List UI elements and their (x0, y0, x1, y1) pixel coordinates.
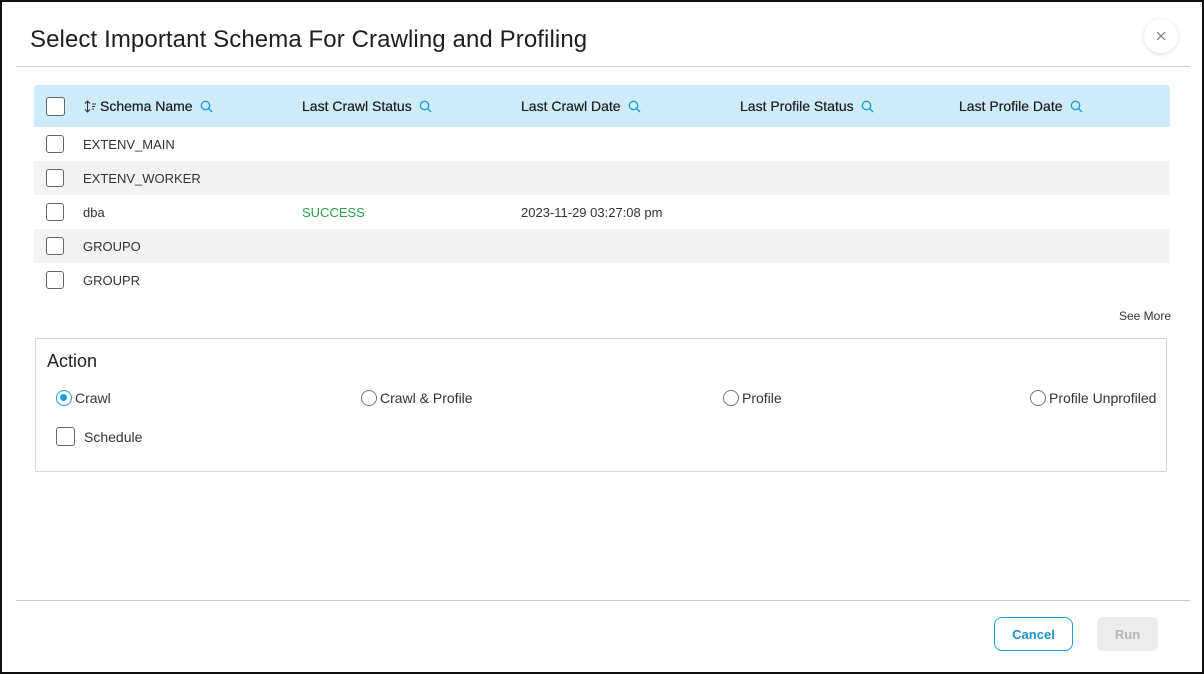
radio-crawl-and-profile[interactable]: Crawl & Profile (361, 390, 473, 406)
close-button[interactable] (1144, 19, 1178, 53)
radio-label: Crawl (75, 390, 111, 406)
schedule-label: Schedule (84, 428, 143, 445)
run-button[interactable]: Run (1097, 617, 1158, 651)
sort-icon[interactable] (84, 99, 97, 113)
table-row[interactable]: GROUPO (34, 229, 1170, 263)
row-checkbox[interactable] (46, 135, 64, 153)
radio-button[interactable] (723, 390, 739, 406)
radio-crawl[interactable]: Crawl (56, 390, 111, 406)
search-icon[interactable] (419, 100, 432, 113)
radio-label: Profile (742, 390, 782, 406)
table-row[interactable]: GROUPR (34, 263, 1170, 297)
row-checkbox[interactable] (46, 237, 64, 255)
column-header-last-profile-date: Last Profile Date (959, 85, 1083, 127)
radio-profile-unprofiled[interactable]: Profile Unprofiled (1030, 390, 1156, 406)
crawl-status-cell: SUCCESS (302, 204, 365, 220)
see-more-link[interactable]: See More (1119, 309, 1171, 323)
schedule-checkbox[interactable] (56, 427, 75, 446)
header-divider (16, 66, 1190, 67)
radio-button[interactable] (361, 390, 377, 406)
schema-name-cell: dba (83, 204, 105, 220)
radio-label: Profile Unprofiled (1049, 390, 1157, 406)
row-checkbox[interactable] (46, 271, 64, 289)
column-header-schema-name: Schema Name (84, 85, 213, 127)
table-row[interactable]: dba SUCCESS 2023-11-29 03:27:08 pm (34, 195, 1170, 229)
search-icon[interactable] (628, 100, 641, 113)
close-icon (1156, 31, 1166, 41)
table-row[interactable]: EXTENV_MAIN (34, 127, 1170, 161)
radio-button-selected[interactable] (56, 390, 72, 406)
schema-selection-dialog: Select Important Schema For Crawling and… (0, 0, 1204, 674)
schema-name-cell: GROUPO (83, 238, 141, 254)
column-header-last-crawl-date: Last Crawl Date (521, 85, 641, 127)
column-label: Last Crawl Date (521, 98, 621, 114)
search-icon[interactable] (1070, 100, 1083, 113)
radio-label: Crawl & Profile (380, 390, 473, 406)
radio-profile[interactable]: Profile (723, 390, 782, 406)
schema-name-cell: EXTENV_WORKER (83, 170, 201, 186)
select-all-checkbox[interactable] (46, 97, 65, 116)
column-label: Last Profile Date (959, 98, 1063, 114)
table-row[interactable]: EXTENV_WORKER (34, 161, 1170, 195)
schedule-option[interactable]: Schedule (56, 427, 142, 446)
column-label: Last Crawl Status (302, 98, 412, 114)
schema-table: Schema Name Last Crawl Status Last Crawl… (34, 85, 1170, 297)
schema-name-cell: EXTENV_MAIN (83, 136, 175, 152)
column-label: Schema Name (100, 98, 193, 114)
column-label: Last Profile Status (740, 98, 854, 114)
column-header-last-profile-status: Last Profile Status (740, 85, 874, 127)
row-checkbox[interactable] (46, 203, 64, 221)
action-title: Action (47, 351, 98, 371)
footer-divider (16, 600, 1190, 601)
dialog-title: Select Important Schema For Crawling and… (30, 26, 588, 53)
row-checkbox[interactable] (46, 169, 64, 187)
search-icon[interactable] (200, 100, 213, 113)
column-header-last-crawl-status: Last Crawl Status (302, 85, 432, 127)
cancel-button[interactable]: Cancel (994, 617, 1073, 651)
action-panel: Action Crawl Crawl & Profile Profile Pro… (35, 338, 1167, 472)
radio-button[interactable] (1030, 390, 1046, 406)
crawl-date-cell: 2023-11-29 03:27:08 pm (521, 204, 663, 220)
table-header: Schema Name Last Crawl Status Last Crawl… (34, 85, 1170, 127)
schema-name-cell: GROUPR (83, 272, 141, 288)
search-icon[interactable] (861, 100, 874, 113)
